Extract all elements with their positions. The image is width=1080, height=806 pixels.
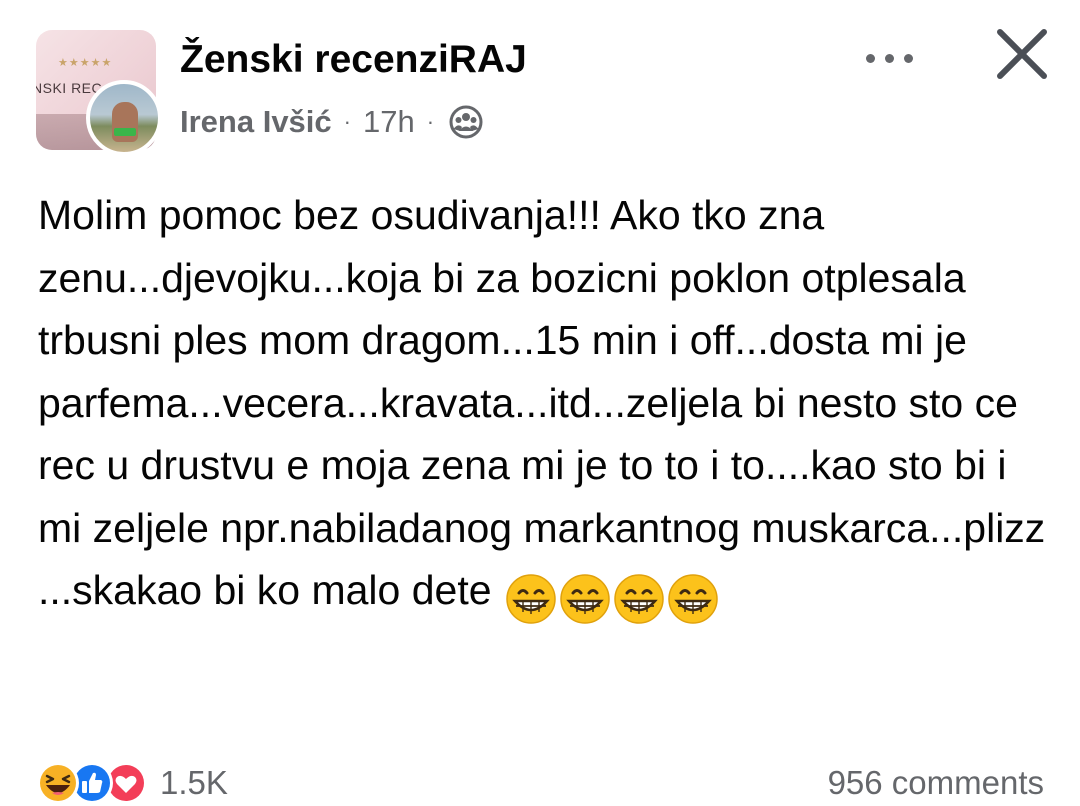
post-text: Molim pomoc bez osudivanja!!! Ako tko zn…	[38, 192, 1057, 613]
avatar-logo-text: NSKI REC	[36, 80, 103, 96]
post-meta: Irena Ivšić · 17h ·	[180, 100, 484, 144]
avatar-swimwear	[114, 128, 136, 136]
avatar-person	[112, 102, 138, 142]
grinning-face-icon	[506, 574, 556, 624]
post-header: ★★★★★ NSKI REC you Ženski recenziRAJ Ire…	[0, 0, 1080, 170]
more-options-icon[interactable]	[854, 36, 924, 80]
avatar-stars: ★★★★★	[58, 56, 113, 69]
meta-separator: ·	[426, 109, 435, 134]
reaction-count[interactable]: 1.5K	[160, 764, 228, 802]
meta-separator: ·	[343, 109, 351, 134]
post-time[interactable]: 17h	[363, 104, 415, 140]
group-name[interactable]: Ženski recenziRAJ	[180, 38, 527, 82]
haha-reaction-icon	[37, 762, 79, 804]
author-name[interactable]: Irena Ivšić	[180, 104, 332, 140]
emoji-row	[503, 565, 719, 628]
grinning-face-icon	[668, 574, 718, 624]
group-members-icon[interactable]	[448, 104, 484, 140]
grinning-face-icon	[560, 574, 610, 624]
close-icon[interactable]	[990, 22, 1054, 86]
post-body: Molim pomoc bez osudivanja!!! Ako tko zn…	[38, 184, 1050, 628]
comments-count[interactable]: 956 comments	[828, 764, 1044, 802]
grinning-face-icon	[614, 574, 664, 624]
reactions-summary[interactable]: 1.5K	[36, 760, 228, 806]
post-footer: 1.5K 956 comments	[0, 756, 1080, 805]
author-avatar[interactable]	[86, 80, 162, 156]
